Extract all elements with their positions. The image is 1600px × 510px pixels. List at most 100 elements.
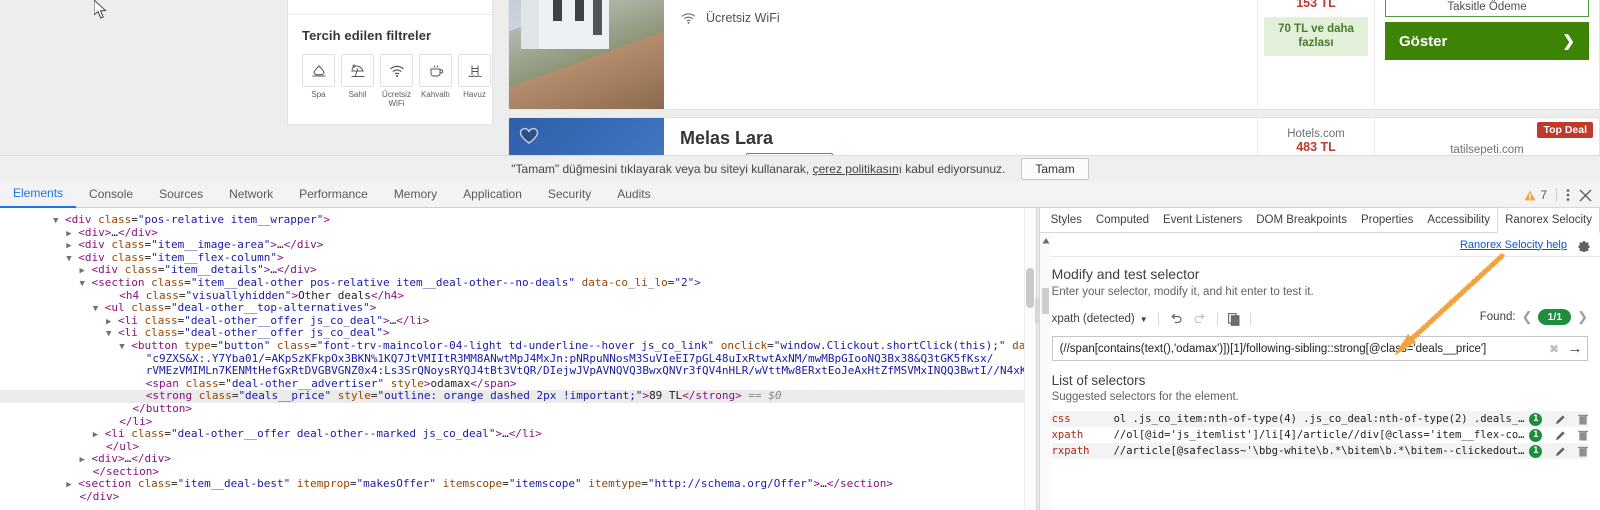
pencil-icon[interactable] <box>1555 430 1566 441</box>
filter-chip-breakfast[interactable]: Kahvaltı <box>419 54 452 108</box>
pencil-icon[interactable] <box>1555 414 1566 425</box>
tab-console[interactable]: Console <box>76 182 146 207</box>
trash-icon[interactable] <box>1578 430 1588 441</box>
match-count-badge: 1 <box>1529 413 1542 426</box>
filter-chip-box[interactable] <box>341 54 374 87</box>
dom-scrollbar[interactable] <box>1024 208 1036 510</box>
hotel-name[interactable]: Melas Lara <box>680 128 1244 149</box>
wifi-icon <box>680 12 697 25</box>
filter-chip-label: Kahvaltı <box>419 90 452 99</box>
cookie-consent-bar: "Tamam" düğmesini tıklayarak veya bu sit… <box>0 155 1600 182</box>
cookie-accept-button[interactable]: Tamam <box>1021 158 1088 180</box>
trash-icon[interactable] <box>1578 414 1588 425</box>
sidebar-scrollbar[interactable] <box>1040 233 1051 510</box>
deal-advertiser: Hotels.com <box>1264 128 1368 140</box>
show-deal-button[interactable]: Göster ❯ <box>1385 22 1589 60</box>
filter-chip-label: Ücretsiz WiFi <box>380 90 413 108</box>
table-row[interactable]: css ol .js_co_item:nth-of-type(4) .js_co… <box>1052 411 1588 427</box>
filter-chip-box[interactable] <box>380 54 413 87</box>
tab-elements[interactable]: Elements <box>0 181 76 208</box>
found-label: Found: <box>1480 311 1516 323</box>
tab-security[interactable]: Security <box>535 182 604 207</box>
heart-icon[interactable] <box>519 127 539 145</box>
inspected-web-page: Tercih edilen filtreler Spa <box>0 0 1600 182</box>
selector-value[interactable]: //ol[@id='js_itemlist']/li[4]/article//d… <box>1114 427 1526 443</box>
tab-properties[interactable]: Properties <box>1354 208 1420 232</box>
scroll-up-icon[interactable] <box>1042 237 1050 245</box>
sidebar-help-row: Ranorex Selocity help <box>1040 233 1600 257</box>
more-offers-box[interactable]: 70 TL ve daha fazlası <box>1264 17 1368 56</box>
kebab-menu-icon[interactable] <box>1566 188 1570 202</box>
tab-performance[interactable]: Performance <box>286 182 381 207</box>
other-deal-column[interactable]: 89 TL Roomdi 153 TL 70 TL ve daha fazlas… <box>1257 0 1374 109</box>
dom-tree[interactable]: ▼ <div class="pos-relative item__wrapper… <box>0 208 1036 504</box>
table-row[interactable]: xpath //ol[@id='js_itemlist']/li[4]/arti… <box>1052 427 1588 443</box>
chevron-right-icon: ❯ <box>1562 32 1575 50</box>
dom-tree-line[interactable]: ▶ <li class="deal-other__offer deal-othe… <box>0 428 1036 441</box>
undo-icon[interactable] <box>1169 313 1183 326</box>
cookie-policy-link[interactable]: çerez politikasın <box>813 162 899 176</box>
dom-tree-pane[interactable]: ▼ <div class="pos-relative item__wrapper… <box>0 208 1036 510</box>
installment-label: Taksitle Ödeme <box>1385 0 1589 17</box>
hotel-thumbnail[interactable] <box>509 0 664 109</box>
table-row[interactable]: rxpath //article[@safeclass~'\bbg-white\… <box>1052 443 1588 459</box>
beach-umbrella-icon <box>348 61 368 81</box>
chevron-right-icon[interactable]: ❯ <box>1577 309 1588 325</box>
warning-count[interactable]: 7 <box>1524 188 1547 202</box>
modify-selector-section: Modify and test selector Enter your sele… <box>1040 257 1600 361</box>
tab-accessibility[interactable]: Accessibility <box>1420 208 1497 232</box>
close-icon[interactable] <box>1579 189 1592 202</box>
tab-sources[interactable]: Sources <box>146 182 216 207</box>
filter-chip-pool[interactable]: Havuz <box>458 54 491 108</box>
dom-tree-line[interactable]: </div> <box>0 491 1036 504</box>
tab-dom-breakpoints[interactable]: DOM Breakpoints <box>1249 208 1354 232</box>
trash-icon[interactable] <box>1578 446 1588 457</box>
pencil-icon[interactable] <box>1555 446 1566 457</box>
filter-chip-spa[interactable]: Spa <box>302 54 335 108</box>
tab-network[interactable]: Network <box>216 182 286 207</box>
dom-tree-line[interactable]: </button> <box>0 403 1036 416</box>
dom-tree-line[interactable]: ▶ <section class="item__deal-best" itemp… <box>0 478 1036 491</box>
filter-chip-beach[interactable]: Sahil <box>341 54 374 108</box>
chevron-left-icon[interactable]: ❮ <box>1522 309 1533 325</box>
selector-value[interactable]: //article[@safeclass~'\bbg-white\b.*\bit… <box>1114 443 1526 459</box>
copy-icon[interactable] <box>1228 313 1240 326</box>
divider <box>1556 188 1557 202</box>
tab-styles[interactable]: Styles <box>1044 208 1089 232</box>
filter-chip-box[interactable] <box>458 54 491 87</box>
filter-chip-wifi[interactable]: Ücretsiz WiFi <box>380 54 413 108</box>
selector-type-dropdown[interactable]: xpath (detected) ▼ <box>1052 313 1148 325</box>
dom-scrollbar-thumb[interactable] <box>1026 268 1034 308</box>
filter-chip-box[interactable] <box>302 54 335 87</box>
tab-event-listeners[interactable]: Event Listeners <box>1156 208 1249 232</box>
tab-ranorex-selocity[interactable]: Ranorex Selocity <box>1497 207 1600 233</box>
selector-value[interactable]: ol .js_co_item:nth-of-type(4) .js_co_dea… <box>1114 411 1526 427</box>
cookie-text-before: "Tamam" düğmesini tıklayarak veya bu sit… <box>511 162 812 176</box>
arrow-right-icon[interactable]: → <box>1563 340 1587 357</box>
filter-chip-box[interactable] <box>419 54 452 87</box>
gear-icon[interactable] <box>1577 238 1591 252</box>
warning-count-label: 7 <box>1540 188 1547 202</box>
tab-computed[interactable]: Computed <box>1089 208 1156 232</box>
match-count-badge: 1 <box>1529 445 1542 458</box>
match-count-badge: 1 <box>1529 429 1542 442</box>
selector-input-wrap[interactable]: ✖ → <box>1052 336 1588 361</box>
selector-list-description: Suggested selectors for the element. <box>1052 391 1588 403</box>
deal-advertiser-price: 153 TL <box>1264 0 1368 10</box>
mouse-cursor <box>94 0 108 20</box>
sidebar-scrollbar-thumb[interactable] <box>1042 288 1049 314</box>
selector-input[interactable] <box>1053 343 1545 355</box>
hotel-amenity: Ücretsiz WiFi <box>680 11 1244 25</box>
wifi-icon <box>387 61 407 81</box>
tab-audits[interactable]: Audits <box>604 182 663 207</box>
sidebar-pane: Styles Computed Event Listeners DOM Brea… <box>1040 208 1600 510</box>
amenity-label: Ücretsiz WiFi <box>706 11 780 25</box>
tab-memory[interactable]: Memory <box>381 182 450 207</box>
selector-toolbar: xpath (detected) ▼ <box>1052 308 1588 330</box>
clear-circle-icon[interactable]: ✖ <box>1545 342 1563 356</box>
result-card[interactable]: Antalya, Şehir merkezi 5,3 km uzaklıkta … <box>508 0 1600 110</box>
selector-list-section: List of selectors Suggested selectors fo… <box>1040 361 1600 459</box>
ranorex-help-link[interactable]: Ranorex Selocity help <box>1460 239 1567 251</box>
redo-icon[interactable] <box>1193 313 1207 326</box>
tab-application[interactable]: Application <box>450 182 535 207</box>
